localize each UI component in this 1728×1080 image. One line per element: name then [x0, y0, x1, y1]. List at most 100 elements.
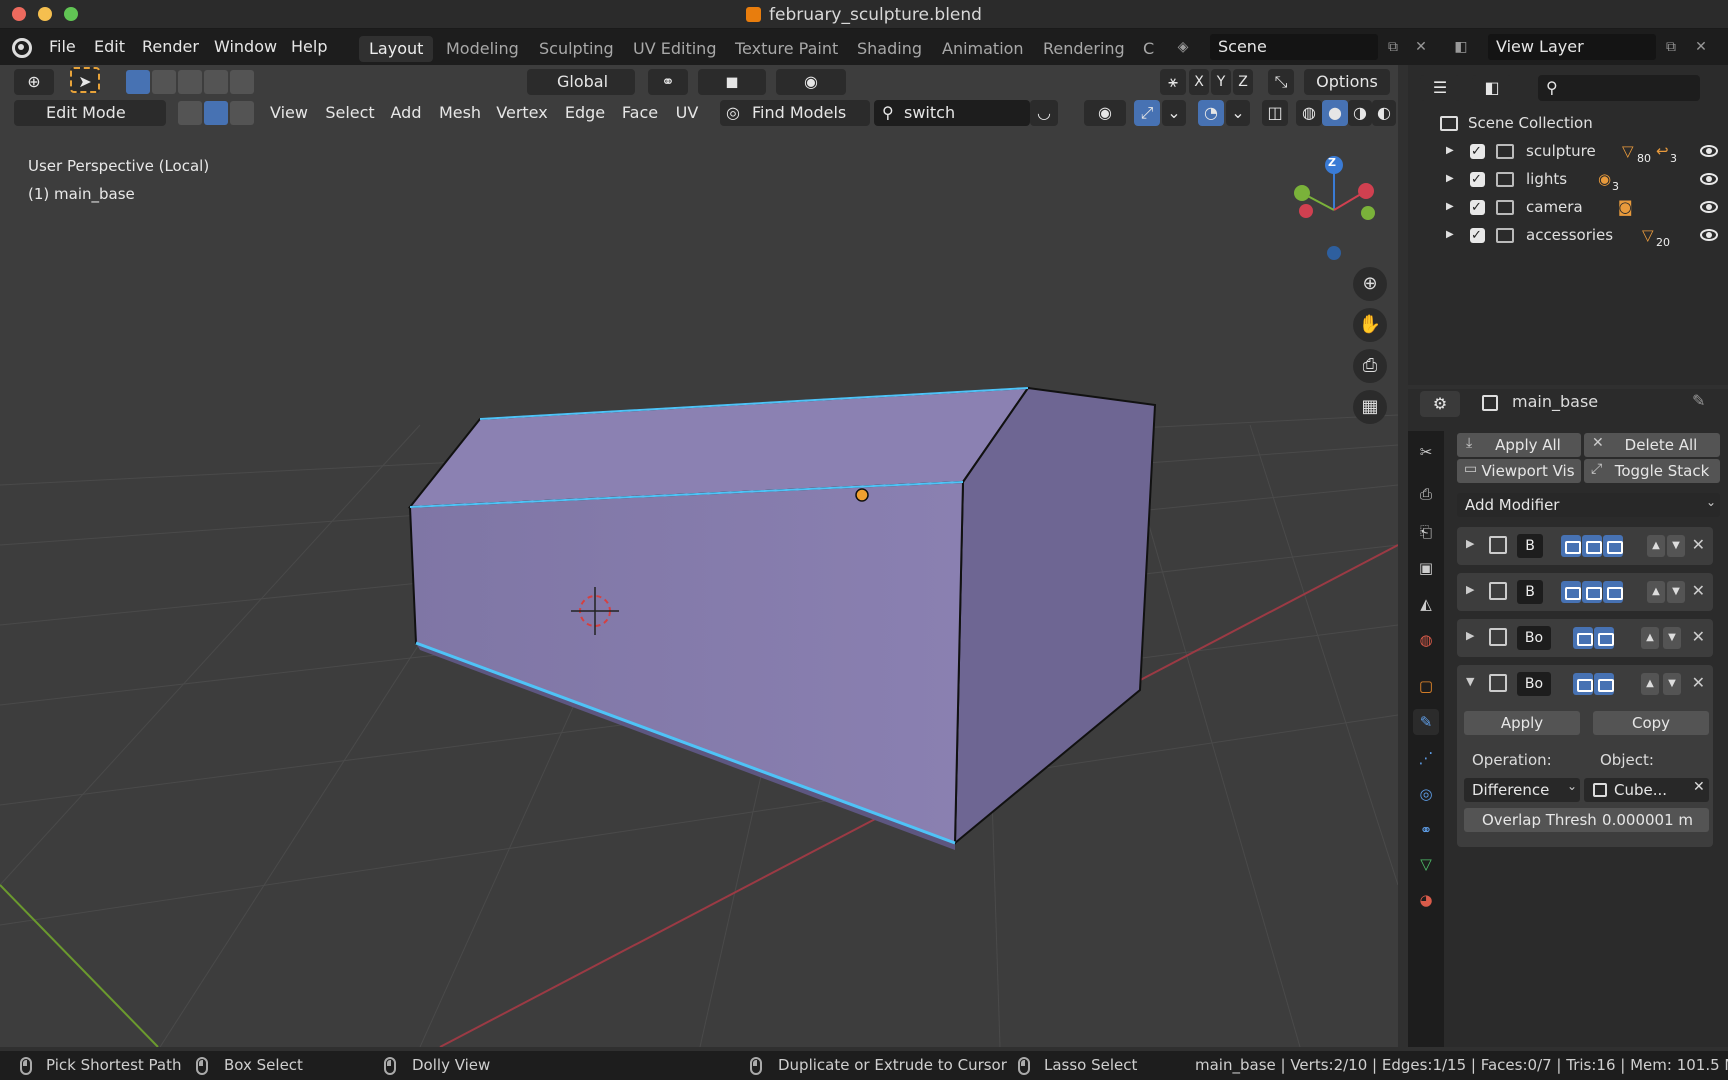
- remove-scene-icon[interactable]: ✕: [1410, 36, 1432, 58]
- mirror-z-toggle[interactable]: Z: [1233, 69, 1253, 95]
- mesh-main-base[interactable]: [407, 386, 1157, 850]
- options-dropdown[interactable]: Options: [1304, 69, 1390, 95]
- menu-face[interactable]: Face: [616, 100, 664, 126]
- display-mode-icon[interactable]: ◧: [1472, 75, 1512, 101]
- output-tab-icon[interactable]: ⎗: [1413, 519, 1439, 545]
- move-down-icon[interactable]: ▼: [1663, 673, 1681, 695]
- menu-file[interactable]: File: [49, 37, 76, 56]
- new-view-layer-icon[interactable]: ⧉: [1660, 36, 1682, 58]
- move-down-icon[interactable]: ▼: [1667, 581, 1685, 603]
- data-tab-icon[interactable]: ▽: [1413, 851, 1439, 877]
- copy-button[interactable]: Copy: [1593, 711, 1709, 735]
- expand-arrow-icon[interactable]: ▶: [1466, 629, 1474, 642]
- transform-orientation-dropdown[interactable]: Global: [527, 69, 635, 95]
- select-intersect-icon[interactable]: [230, 70, 254, 94]
- exclude-checkbox[interactable]: [1470, 138, 1485, 166]
- gizmo-dropdown-icon[interactable]: ⌄: [1162, 100, 1186, 126]
- viewport-toggle-icon[interactable]: [1594, 673, 1614, 695]
- expand-arrow-icon[interactable]: ▶: [1446, 137, 1454, 165]
- expand-arrow-icon[interactable]: ▶: [1466, 537, 1474, 550]
- exclude-checkbox[interactable]: [1470, 194, 1485, 222]
- exclude-checkbox[interactable]: [1470, 222, 1485, 250]
- pan-hand-icon[interactable]: ✋: [1353, 308, 1387, 342]
- delete-all-button[interactable]: Delete All: [1584, 433, 1720, 457]
- ortho-grid-icon[interactable]: ▦: [1353, 390, 1387, 424]
- viewport-scene[interactable]: [0, 65, 1398, 1047]
- scene-collection-row[interactable]: Scene Collection: [1408, 109, 1728, 137]
- render-toggle-icon[interactable]: [1561, 535, 1581, 557]
- render-toggle-icon[interactable]: [1573, 627, 1593, 649]
- clear-object-icon[interactable]: ✕: [1693, 779, 1705, 795]
- visibility-eye-icon[interactable]: [1700, 145, 1718, 157]
- menu-mesh[interactable]: Mesh: [434, 100, 486, 126]
- scene-selector-icon[interactable]: ◈: [1172, 36, 1194, 58]
- outliner-search-icon[interactable]: ⚲: [1538, 75, 1700, 101]
- xray-toggle-icon[interactable]: ◫: [1262, 100, 1288, 126]
- tab-rendering[interactable]: Rendering: [1033, 36, 1135, 62]
- modifier-name-field[interactable]: Bo: [1517, 626, 1551, 650]
- collapse-arrow-icon[interactable]: ▼: [1466, 675, 1474, 688]
- viewport-toggle-icon[interactable]: [1594, 627, 1614, 649]
- apply-button[interactable]: Apply: [1464, 711, 1580, 735]
- tab-layout[interactable]: Layout: [359, 36, 434, 62]
- tab-uv-editing[interactable]: UV Editing: [623, 36, 726, 62]
- visibility-eye-icon[interactable]: [1700, 229, 1718, 241]
- expand-arrow-icon[interactable]: ▶: [1446, 165, 1454, 193]
- menu-view[interactable]: View: [264, 100, 314, 126]
- modifier-name-field[interactable]: B: [1517, 580, 1543, 604]
- edge-select-icon[interactable]: [204, 101, 228, 125]
- add-modifier-dropdown[interactable]: Add Modifier: [1457, 493, 1720, 517]
- wireframe-shading-icon[interactable]: ◍: [1296, 100, 1322, 126]
- render-toggle-icon[interactable]: [1573, 673, 1593, 695]
- object-tab-icon[interactable]: ▢: [1413, 673, 1439, 699]
- view-layer-tab-icon[interactable]: ▣: [1413, 555, 1439, 581]
- view-layer-icon[interactable]: ◧: [1450, 36, 1472, 58]
- particles-tab-icon[interactable]: ⋰: [1413, 745, 1439, 771]
- search-input[interactable]: switch: [874, 100, 1030, 126]
- overlay-dropdown-icon[interactable]: ⌄: [1226, 100, 1250, 126]
- 3d-viewport[interactable]: Z ⊕ ➤ Global ⚭ ◼ ◉ ⚹ X Y Z ⤡ Options Edi…: [0, 65, 1398, 1047]
- expand-arrow-icon[interactable]: ▶: [1446, 221, 1454, 249]
- clear-search-icon[interactable]: ◡: [1030, 100, 1058, 126]
- outliner-editor-type-icon[interactable]: ☰: [1420, 75, 1460, 101]
- move-up-icon[interactable]: ▲: [1647, 535, 1665, 557]
- auto-merge-icon[interactable]: ⤡: [1268, 69, 1294, 95]
- visibility-eye-icon[interactable]: [1700, 201, 1718, 213]
- solid-shading-icon[interactable]: ●: [1322, 100, 1348, 126]
- mirror-x-toggle[interactable]: X: [1189, 69, 1209, 95]
- move-down-icon[interactable]: ▼: [1663, 627, 1681, 649]
- outliner-item-accessories[interactable]: ▶ accessories ▽ 20: [1408, 221, 1728, 250]
- tab-shading[interactable]: Shading: [847, 36, 932, 62]
- remove-modifier-icon[interactable]: ✕: [1692, 535, 1705, 554]
- pin-icon[interactable]: ✎: [1692, 391, 1705, 410]
- mode-dropdown[interactable]: Edit Mode: [14, 100, 166, 126]
- move-up-icon[interactable]: ▲: [1641, 627, 1659, 649]
- modifier-tab-icon[interactable]: ✎: [1413, 709, 1439, 735]
- visibility-icon[interactable]: ◉: [1084, 100, 1126, 126]
- overlay-toggle-icon[interactable]: ◔: [1198, 100, 1224, 126]
- navigation-gizmo[interactable]: [1294, 156, 1375, 260]
- modifier-name-field[interactable]: Bo: [1517, 672, 1551, 696]
- expand-arrow-icon[interactable]: ▶: [1446, 193, 1454, 221]
- rendered-shading-icon[interactable]: ◐: [1372, 100, 1396, 126]
- overlap-thresh-field[interactable]: Overlap Thresh 0.000001 m: [1464, 808, 1709, 832]
- modifier-panel-expanded[interactable]: ▼ Bo ▲ ▼ ✕ Apply Copy Operation: Object:…: [1457, 665, 1713, 847]
- viewport-toggle-icon[interactable]: [1582, 535, 1602, 557]
- blender-logo-icon[interactable]: [12, 38, 32, 58]
- remove-modifier-icon[interactable]: ✕: [1692, 673, 1705, 692]
- view-layer-field[interactable]: View Layer: [1488, 34, 1656, 60]
- visibility-eye-icon[interactable]: [1700, 173, 1718, 185]
- face-select-icon[interactable]: [230, 101, 254, 125]
- editmode-toggle-icon[interactable]: [1603, 535, 1623, 557]
- tab-texture-paint[interactable]: Texture Paint: [725, 36, 848, 62]
- remove-modifier-icon[interactable]: ✕: [1692, 627, 1705, 646]
- menu-add[interactable]: Add: [384, 100, 428, 126]
- outliner-item-sculpture[interactable]: ▶ sculpture ▽ 80 ↩ 3: [1408, 137, 1728, 166]
- camera-view-icon[interactable]: ⎙: [1353, 349, 1387, 383]
- physics-tab-icon[interactable]: ◎: [1413, 781, 1439, 807]
- select-tool-icon[interactable]: ➤: [70, 67, 100, 93]
- outliner-item-lights[interactable]: ▶ lights ◉ 3: [1408, 165, 1728, 194]
- move-up-icon[interactable]: ▲: [1647, 581, 1665, 603]
- expand-arrow-icon[interactable]: ▶: [1466, 583, 1474, 596]
- render-toggle-icon[interactable]: [1561, 581, 1581, 603]
